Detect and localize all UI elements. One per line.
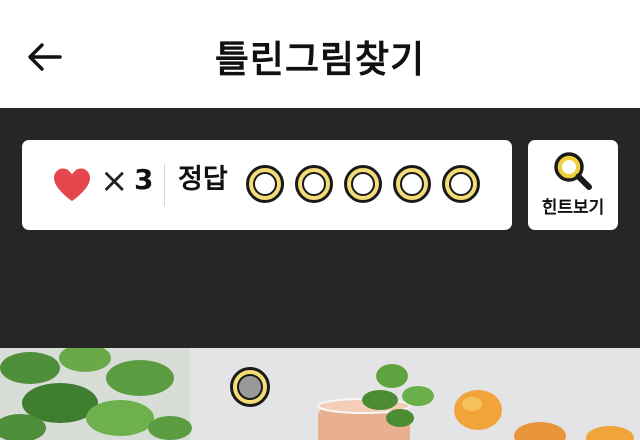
top-bar: 틀린그림찾기 xyxy=(0,0,640,108)
hint-button[interactable]: 힌트보기 xyxy=(528,140,618,230)
answer-slot-4 xyxy=(393,165,431,203)
page-title: 틀린그림찾기 xyxy=(214,38,426,81)
game-status-panel: × 3 정답 힌트보기 xyxy=(0,108,640,348)
puzzle-image[interactable] xyxy=(0,348,640,440)
hint-label: 힌트보기 xyxy=(541,198,605,218)
heart-icon xyxy=(54,168,90,201)
answer-slot-1 xyxy=(246,165,284,203)
answer-label: 정답 xyxy=(178,164,228,195)
divider xyxy=(164,164,165,206)
magnifier-icon xyxy=(554,152,592,190)
mint-leaves xyxy=(0,348,192,440)
status-card: × 3 정답 xyxy=(22,140,512,230)
answer-slot-3 xyxy=(344,165,382,203)
answer-slot-2 xyxy=(295,165,333,203)
answer-slots xyxy=(246,165,480,205)
times-symbol: × xyxy=(100,161,129,201)
found-circle-icon xyxy=(230,367,270,407)
lives-count: 3 xyxy=(134,163,154,196)
photo-scene xyxy=(0,348,640,440)
answer-slot-5 xyxy=(442,165,480,203)
